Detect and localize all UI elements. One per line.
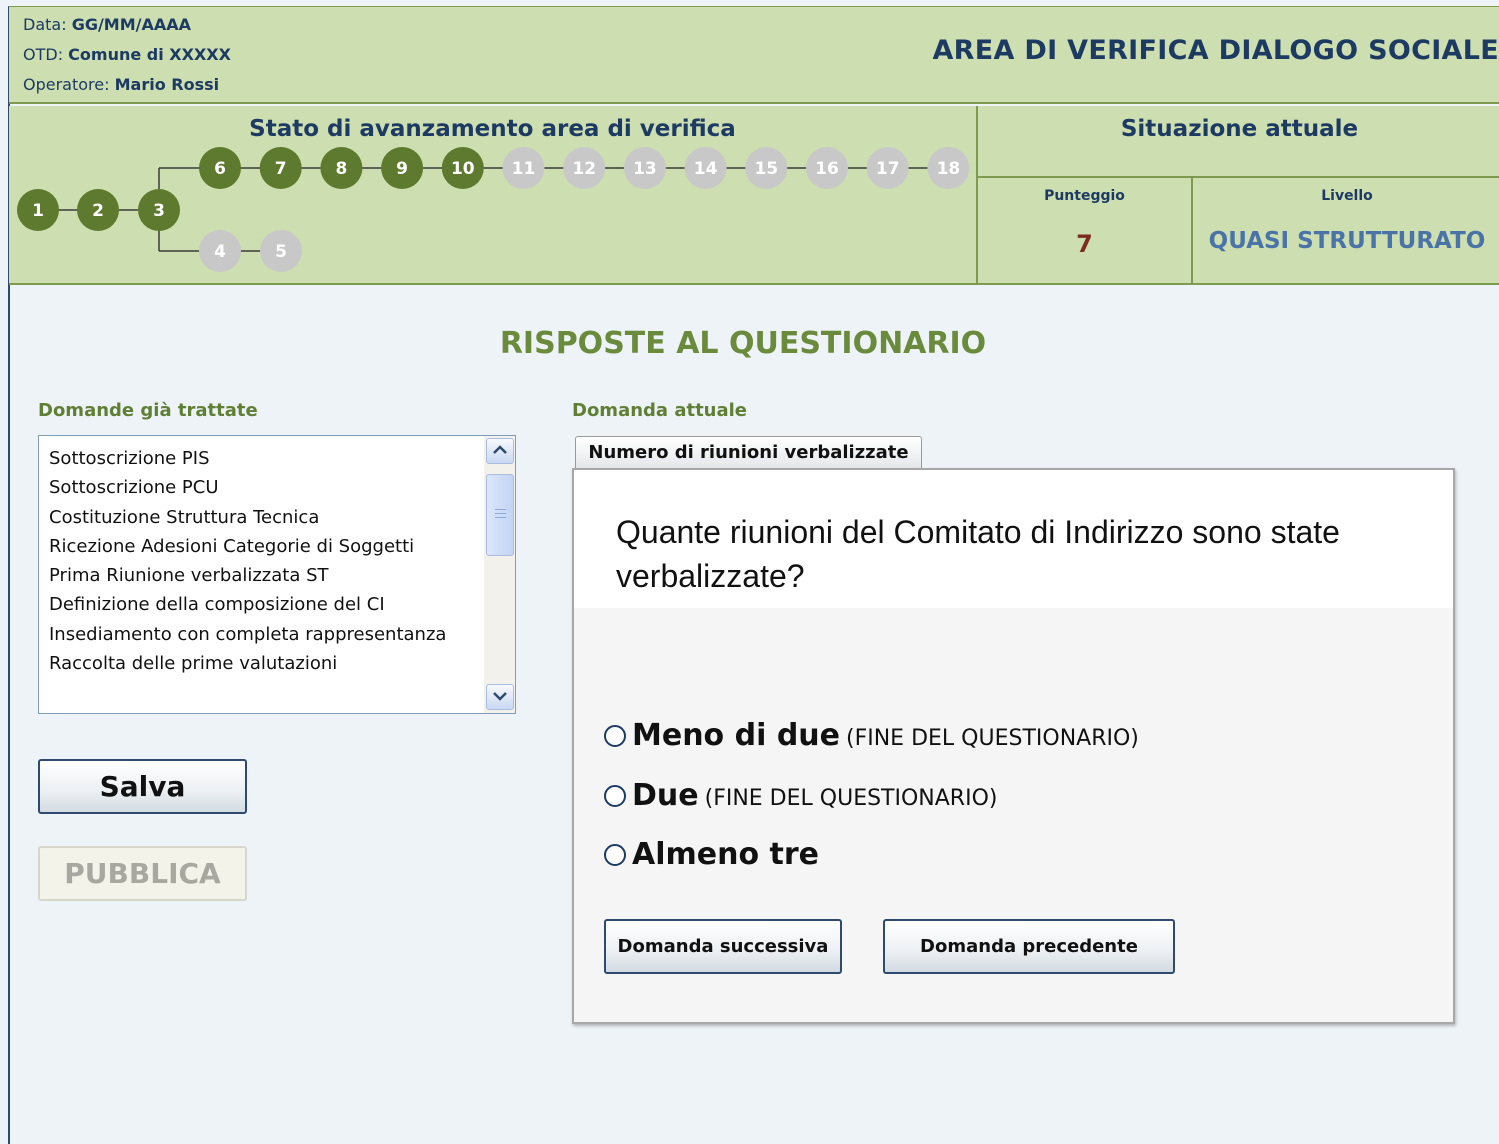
- radio-button[interactable]: [604, 844, 626, 866]
- score-label: Punteggio: [1044, 188, 1125, 204]
- treated-questions-list[interactable]: Sottoscrizione PIS Sottoscrizione PCU Cost…: [38, 435, 516, 714]
- current-question-label: Domanda attuale: [572, 400, 748, 421]
- step-number: 5: [275, 242, 287, 262]
- progress-step-11[interactable]: 11: [502, 147, 545, 189]
- list-item[interactable]: Prima Riunione verbalizzata ST: [49, 561, 446, 590]
- progress-step-14[interactable]: 14: [684, 147, 727, 189]
- status-panel: Situazione attuale Punteggio 7 Livello Q…: [976, 106, 1499, 285]
- list-item[interactable]: Sottoscrizione PIS: [49, 444, 446, 473]
- question-header: Quante riunioni del Comitato di Indirizz…: [574, 470, 1453, 608]
- step-number: 8: [335, 159, 347, 179]
- date-value: GG/MM/AAAA: [71, 15, 192, 34]
- step-number: 12: [572, 159, 596, 179]
- progress-steps: 1 2 34 56 7 8 9 10 11 12 13 14 15 16 17 18: [17, 147, 970, 272]
- progress-step-1[interactable]: 1: [17, 189, 59, 231]
- option-label: Due: [632, 778, 699, 813]
- question-text: Quante riunioni del Comitato di Indirizz…: [616, 514, 1340, 594]
- header-bar: Data: GG/MM/AAAA OTD: Comune di XXXXX Op…: [9, 6, 1499, 104]
- level-label: Livello: [1321, 188, 1373, 204]
- step-number: 11: [512, 159, 536, 179]
- scrollbar[interactable]: [484, 436, 515, 713]
- progress-step-17[interactable]: 17: [866, 147, 909, 189]
- step-number: 4: [214, 242, 226, 262]
- progress-step-13[interactable]: 13: [623, 147, 666, 189]
- save-button[interactable]: Salva: [38, 759, 247, 814]
- status-title: Situazione attuale: [1120, 116, 1359, 142]
- option-almeno-tre[interactable]: Almeno tre: [604, 837, 819, 872]
- next-question-button[interactable]: Domanda successiva: [604, 919, 842, 974]
- radio-button[interactable]: [604, 785, 626, 807]
- step-number: 10: [451, 159, 475, 179]
- chevron-down-icon: [493, 692, 507, 701]
- radio-button[interactable]: [604, 725, 626, 747]
- step-number: 17: [876, 159, 900, 179]
- step-number: 7: [275, 159, 287, 179]
- scroll-up-button[interactable]: [486, 438, 514, 464]
- list-item[interactable]: Raccolta delle prime valutazioni: [49, 649, 446, 678]
- previous-question-button[interactable]: Domanda precedente: [883, 919, 1175, 974]
- list-item[interactable]: Ricezione Adesioni Categorie di Soggetti: [49, 532, 446, 561]
- step-number: 1: [32, 201, 44, 221]
- step-number: 14: [694, 159, 718, 179]
- treated-questions-label: Domande già trattate: [38, 400, 258, 421]
- option-note: (FINE DEL QUESTIONARIO): [704, 786, 998, 811]
- scroll-down-button[interactable]: [486, 684, 514, 710]
- otd-value: Comune di XXXXX: [68, 45, 231, 64]
- step-number: 6: [214, 159, 226, 179]
- divider: [978, 176, 1499, 178]
- progress-panel: Stato di avanzamento area di verifica 12…: [9, 106, 976, 285]
- progress-step-5[interactable]: 5: [260, 230, 302, 272]
- option-note: (FINE DEL QUESTIONARIO): [846, 726, 1139, 751]
- date-label: Data:: [23, 15, 67, 34]
- publish-button[interactable]: PUBBLICA: [38, 846, 247, 901]
- step-number: 18: [937, 159, 961, 179]
- score-value: 7: [1076, 230, 1093, 258]
- list-item[interactable]: Insediamento con completa rappresentanza: [49, 620, 446, 649]
- section-title: RISPOSTE AL QUESTIONARIO: [499, 326, 987, 361]
- progress-step-2[interactable]: 2: [77, 189, 119, 231]
- treated-items: Sottoscrizione PIS Sottoscrizione PCU Cost…: [49, 444, 446, 678]
- list-item[interactable]: Sottoscrizione PCU: [49, 473, 446, 502]
- option-due[interactable]: Due (FINE DEL QUESTIONARIO): [604, 778, 997, 813]
- progress-step-7[interactable]: 7: [259, 147, 302, 189]
- step-number: 9: [396, 159, 408, 179]
- question-tab[interactable]: Numero di riunioni verbalizzate: [575, 436, 922, 469]
- progress-step-9[interactable]: 9: [381, 147, 424, 189]
- progress-step-15[interactable]: 15: [745, 147, 788, 189]
- step-number: 2: [92, 201, 104, 221]
- step-number: 16: [815, 159, 839, 179]
- step-number: 13: [633, 159, 657, 179]
- progress-step-4[interactable]: 4: [199, 230, 241, 272]
- operator-label: Operatore:: [23, 75, 110, 94]
- operator-line: Operatore: Mario Rossi: [23, 75, 219, 94]
- step-number: 15: [754, 159, 778, 179]
- progress-step-3[interactable]: 3: [138, 189, 180, 231]
- operator-value: Mario Rossi: [114, 75, 220, 94]
- progress-step-10[interactable]: 10: [441, 147, 484, 189]
- list-item[interactable]: Definizione della composizione del CI: [49, 590, 446, 619]
- progress-step-16[interactable]: 16: [806, 147, 848, 189]
- option-label: Almeno tre: [632, 837, 820, 872]
- page-title: AREA DI VERIFICA DIALOGO SOCIALE: [932, 35, 1499, 66]
- progress-step-12[interactable]: 12: [563, 147, 606, 189]
- option-meno-di-due[interactable]: Meno di due (FINE DEL QUESTIONARIO): [604, 718, 1139, 753]
- grip-icon: [495, 509, 506, 518]
- level-value: QUASI STRUTTURATO: [1208, 228, 1486, 254]
- otd-line: OTD: Comune di XXXXX: [23, 45, 231, 64]
- progress-step-8[interactable]: 8: [320, 147, 363, 189]
- chevron-up-icon: [493, 445, 507, 454]
- progress-step-6[interactable]: 6: [199, 147, 241, 189]
- otd-label: OTD:: [23, 45, 64, 64]
- option-label: Meno di due: [632, 718, 840, 753]
- date-line: Data: GG/MM/AAAA: [23, 15, 191, 34]
- progress-step-18[interactable]: 18: [927, 147, 970, 189]
- question-card: Quante riunioni del Comitato di Indirizz…: [572, 468, 1455, 1024]
- scrollbar-thumb[interactable]: [486, 474, 514, 556]
- list-item[interactable]: Costituzione Struttura Tecnica: [49, 503, 446, 532]
- step-number: 3: [153, 201, 165, 221]
